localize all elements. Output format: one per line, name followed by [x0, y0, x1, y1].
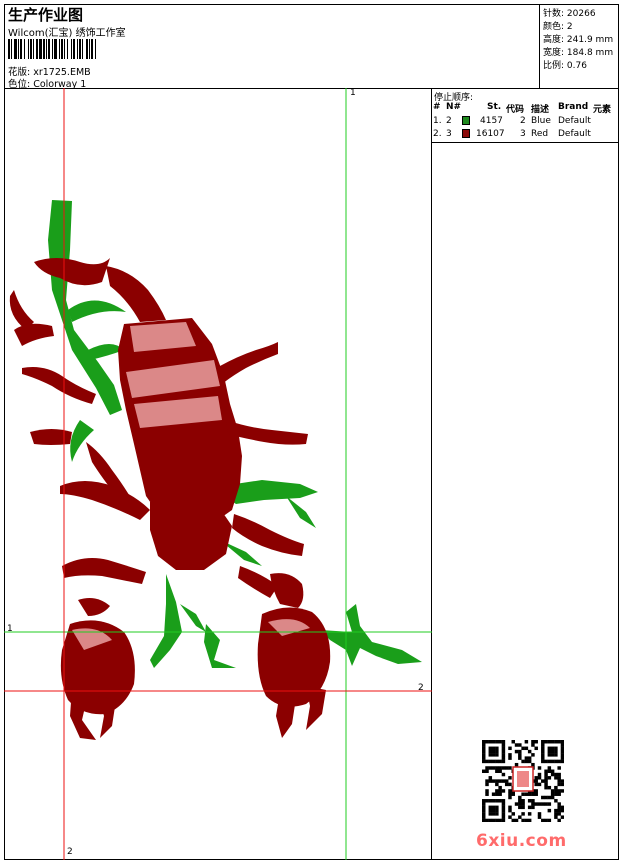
- guide-label-v2: 2: [67, 847, 73, 857]
- qr-code-icon: [482, 740, 564, 822]
- col-header-code: 代码: [506, 105, 525, 115]
- col-header-brand: Brand: [558, 102, 589, 112]
- row-index: 1.: [433, 116, 442, 126]
- col-header-stitches: St.: [487, 102, 502, 112]
- row-needle: 2: [446, 116, 452, 126]
- row-stitches: 16107: [476, 129, 505, 139]
- row-index: 2.: [433, 129, 442, 139]
- col-header-needle: N#: [446, 102, 462, 112]
- table-row[interactable]: 2. 3 16107 3 Red Default: [432, 129, 618, 142]
- row-code: 3: [520, 129, 526, 139]
- color-swatch: [462, 116, 470, 125]
- row-description: Red: [531, 129, 549, 139]
- row-stitches: 4157: [480, 116, 503, 126]
- row-code: 2: [520, 116, 526, 126]
- guide-label-v1: 1: [350, 88, 356, 98]
- col-header-description: 描述: [531, 105, 550, 115]
- row-description: Blue: [531, 116, 551, 126]
- watermark-logo: 6xiu.com: [476, 831, 567, 851]
- row-brand: Default: [558, 116, 591, 126]
- col-header-element: 元素: [593, 105, 612, 115]
- row-needle: 3: [446, 129, 452, 139]
- table-row[interactable]: 1. 2 4157 2 Blue Default: [432, 116, 618, 129]
- guide-label-h1: 1: [7, 624, 13, 634]
- color-swatch: [462, 129, 470, 138]
- guide-label-h2: 2: [418, 683, 424, 693]
- row-brand: Default: [558, 129, 591, 139]
- col-header-index: #: [433, 102, 441, 112]
